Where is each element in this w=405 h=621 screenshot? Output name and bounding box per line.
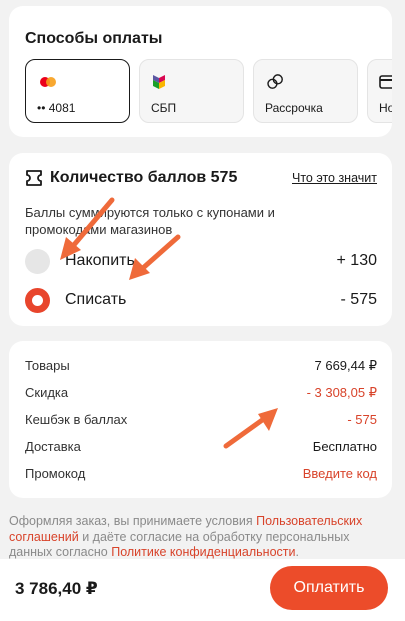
summary-label: Доставка	[25, 439, 81, 454]
summary-label: Товары	[25, 358, 70, 373]
payment-methods-list[interactable]: •• 4081 СБП Рассрочка Нова	[25, 57, 392, 129]
summary-label: Промокод	[25, 466, 86, 481]
order-summary-card: Товары 7 669,44 ₽ Скидка - 3 308,05 ₽ Ке…	[9, 341, 392, 498]
summary-label: Скидка	[25, 385, 69, 400]
card-icon	[379, 75, 392, 89]
payment-method-label: СБП	[151, 101, 177, 115]
accumulate-label: Накопить	[65, 252, 135, 269]
order-total: 3 786,40 ₽	[15, 579, 98, 598]
pay-button[interactable]: Оплатить	[270, 566, 388, 610]
summary-label: Кешбэк в баллах	[25, 412, 128, 427]
redeem-value: - 575	[340, 291, 377, 308]
accumulate-option[interactable]: Накопить + 130	[25, 249, 377, 275]
installment-icon	[267, 74, 283, 89]
what-is-this-link[interactable]: Что это значит	[292, 171, 377, 185]
redeem-option[interactable]: Списать - 575	[25, 288, 377, 314]
redeem-label: Списать	[65, 291, 127, 308]
privacy-policy-link[interactable]: Политике конфиденциальности	[111, 545, 295, 559]
summary-row-discount: Скидка - 3 308,05 ₽	[25, 385, 377, 403]
payment-methods-title: Способы оплаты	[25, 30, 163, 47]
summary-value: - 3 308,05 ₽	[306, 385, 377, 400]
summary-value: - 575	[347, 412, 377, 427]
redeem-radio[interactable]	[25, 288, 50, 313]
accumulate-radio[interactable]	[25, 249, 50, 274]
payment-method-card[interactable]: •• 4081	[25, 59, 130, 123]
points-title-row: Количество баллов 575	[25, 169, 237, 187]
checkout-bar: 3 786,40 ₽ Оплатить	[0, 559, 405, 621]
summary-value: 7 669,44 ₽	[314, 358, 378, 373]
points-card: Количество баллов 575 Что это значит Бал…	[9, 153, 392, 326]
mastercard-icon	[40, 77, 56, 87]
payment-method-label: •• 4081	[37, 101, 76, 115]
consent-text: Оформляя заказ, вы принимаете условия По…	[9, 514, 389, 561]
payment-method-installment[interactable]: Рассрочка	[253, 59, 358, 123]
ticket-icon	[26, 170, 42, 186]
consent-text-part: Оформляя заказ, вы принимаете условия	[9, 514, 257, 528]
enter-promocode-link[interactable]: Введите код	[303, 466, 377, 481]
summary-row-promocode: Промокод Введите код	[25, 466, 377, 484]
sbp-icon	[153, 75, 165, 89]
summary-row-goods: Товары 7 669,44 ₽	[25, 358, 377, 376]
consent-text-part: .	[295, 545, 299, 559]
summary-row-cashback: Кешбэк в баллах - 575	[25, 412, 377, 430]
summary-value: Бесплатно	[312, 439, 377, 454]
points-note: Баллы суммируются только с купонами и пр…	[25, 205, 275, 237]
payment-methods-card: Способы оплаты •• 4081 СБП Рассрочка Но	[9, 6, 392, 137]
payment-method-label: Нова	[379, 101, 392, 115]
points-title: Количество баллов 575	[50, 169, 238, 186]
accumulate-value: + 130	[336, 252, 377, 269]
payment-method-sbp[interactable]: СБП	[139, 59, 244, 123]
summary-row-delivery: Доставка Бесплатно	[25, 439, 377, 457]
payment-method-label: Рассрочка	[265, 101, 323, 115]
payment-method-new-card[interactable]: Нова	[367, 59, 392, 123]
